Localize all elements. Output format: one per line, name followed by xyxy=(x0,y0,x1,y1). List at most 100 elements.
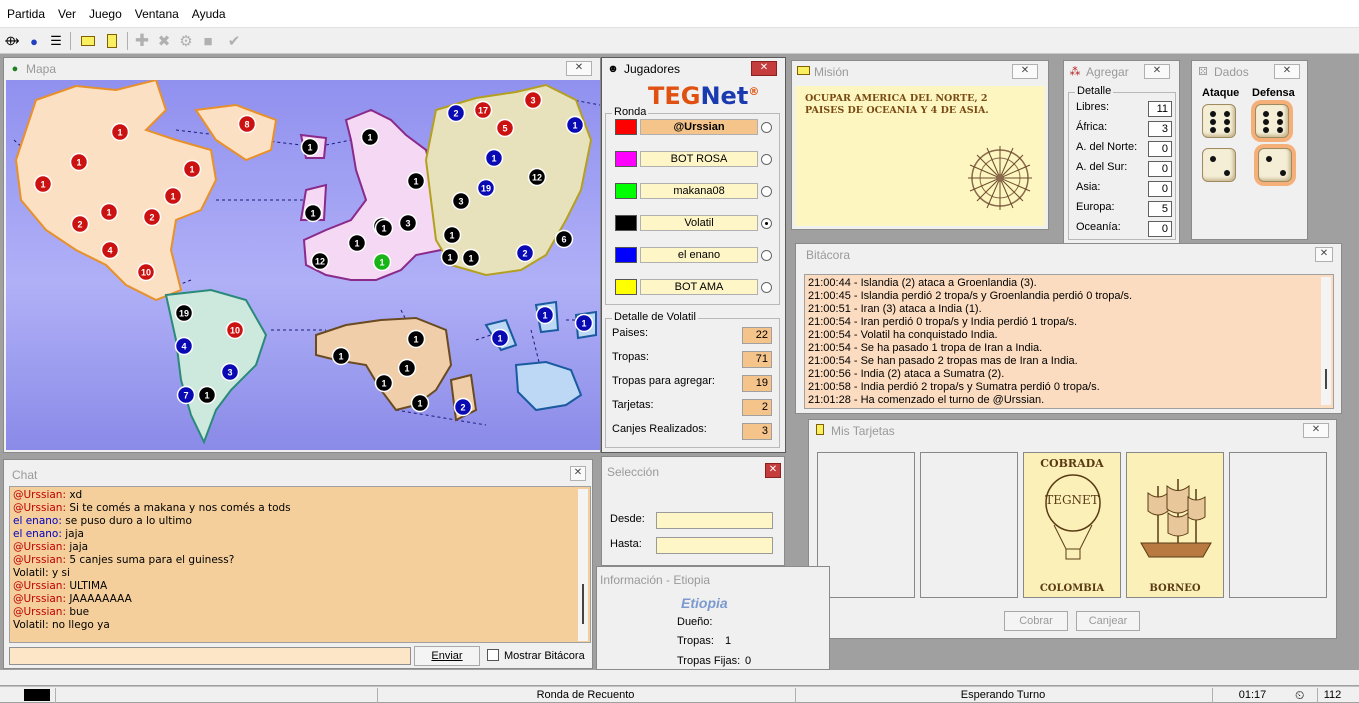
army-token[interactable]: 6 xyxy=(554,229,574,249)
army-token[interactable]: 2 xyxy=(70,214,90,234)
cobrar-button[interactable]: Cobrar xyxy=(1004,611,1068,631)
army-token[interactable]: 10 xyxy=(225,320,245,340)
army-token[interactable]: 1 xyxy=(347,233,367,253)
player-row[interactable]: el enano xyxy=(614,246,776,264)
army-token[interactable]: 3 xyxy=(220,362,240,382)
army-token[interactable]: 1 xyxy=(99,202,119,222)
connect-icon[interactable]: ⟴ xyxy=(2,31,22,51)
army-token[interactable]: 2 xyxy=(453,397,473,417)
country-card[interactable]: COBRADA TEGNET COLOMBIA xyxy=(1023,452,1121,598)
card-icon[interactable] xyxy=(102,31,122,51)
army-token[interactable]: 1 xyxy=(110,122,130,142)
army-token[interactable]: 4 xyxy=(100,240,120,260)
desde-field[interactable] xyxy=(656,512,773,529)
close-icon[interactable]: ✕ xyxy=(1274,64,1300,79)
army-token[interactable]: 1 xyxy=(372,252,392,272)
country-card[interactable]: BORNEO xyxy=(1126,452,1224,598)
player-radio[interactable] xyxy=(761,154,772,165)
player-radio[interactable] xyxy=(761,218,772,229)
player-radio[interactable] xyxy=(761,122,772,133)
mostrar-bitacora-checkbox[interactable] xyxy=(487,649,499,661)
menu-partida[interactable]: Partida xyxy=(0,0,51,21)
player-row[interactable]: BOT ROSA xyxy=(614,150,776,168)
army-token[interactable]: 1 xyxy=(406,171,426,191)
army-token[interactable]: 1 xyxy=(406,329,426,349)
army-token[interactable]: 1 xyxy=(574,313,594,333)
army-token[interactable]: 1 xyxy=(565,115,585,135)
list-icon[interactable]: ☰ xyxy=(46,31,66,51)
army-token[interactable]: 2 xyxy=(446,103,466,123)
army-token[interactable]: 2 xyxy=(142,207,162,227)
scrollbar-thumb[interactable] xyxy=(582,584,584,624)
bitacora-log[interactable]: 21:00:44 - Islandia (2) ataca a Groenlan… xyxy=(804,274,1334,409)
army-token[interactable]: 2 xyxy=(515,243,535,263)
army-token[interactable]: 1 xyxy=(197,385,217,405)
canjear-button[interactable]: Canjear xyxy=(1076,611,1140,631)
regroup-icon[interactable]: ⚙ xyxy=(176,31,196,51)
player-row[interactable]: BOT AMA xyxy=(614,278,776,296)
mission-icon[interactable] xyxy=(78,31,98,51)
army-token[interactable]: 3 xyxy=(398,213,418,233)
army-token[interactable]: 1 xyxy=(69,152,89,172)
add-icon[interactable]: ✚ xyxy=(132,31,152,51)
army-token[interactable]: 1 xyxy=(303,203,323,223)
player-radio[interactable] xyxy=(761,282,772,293)
bitacora-scrollbar[interactable] xyxy=(1321,277,1331,405)
army-token[interactable]: 1 xyxy=(33,174,53,194)
army-token[interactable]: 19 xyxy=(476,178,496,198)
end-turn-icon[interactable]: ✔ xyxy=(224,31,244,51)
army-token[interactable]: 1 xyxy=(397,358,417,378)
close-icon[interactable]: ✕ xyxy=(765,463,781,478)
army-token[interactable]: 1 xyxy=(374,373,394,393)
player-row[interactable]: makana08 xyxy=(614,182,776,200)
army-token[interactable]: 1 xyxy=(182,159,202,179)
player-row[interactable]: @Urssian xyxy=(614,118,776,136)
army-token[interactable]: 10 xyxy=(136,262,156,282)
close-icon[interactable]: ✕ xyxy=(1315,247,1333,262)
player-row[interactable]: Volatil xyxy=(614,214,776,232)
globe-icon[interactable]: ● xyxy=(24,31,44,51)
menu-juego[interactable]: Juego xyxy=(82,0,128,21)
army-token[interactable]: 1 xyxy=(440,247,460,267)
africa[interactable] xyxy=(315,316,453,412)
army-token[interactable]: 1 xyxy=(442,225,462,245)
army-token[interactable]: 5 xyxy=(495,118,515,138)
army-token[interactable]: 1 xyxy=(360,127,380,147)
army-token[interactable]: 8 xyxy=(237,114,257,134)
cards-icon[interactable]: ■ xyxy=(198,31,218,51)
army-token[interactable]: 1 xyxy=(461,248,481,268)
player-radio[interactable] xyxy=(761,250,772,261)
army-token[interactable]: 12 xyxy=(527,167,547,187)
army-token[interactable]: 1 xyxy=(410,393,430,413)
australia[interactable] xyxy=(514,360,583,412)
army-token[interactable]: 1 xyxy=(484,148,504,168)
world-map[interactable]: 1811212114101910437111111113121217531119… xyxy=(6,80,600,450)
army-token[interactable]: 1 xyxy=(163,186,183,206)
player-radio[interactable] xyxy=(761,186,772,197)
army-token[interactable]: 19 xyxy=(174,303,194,323)
army-token[interactable]: 1 xyxy=(374,218,394,238)
close-icon[interactable]: ✕ xyxy=(570,466,586,481)
army-token[interactable]: 1 xyxy=(490,328,510,348)
attack-icon[interactable]: ✖ xyxy=(154,31,174,51)
scrollbar-thumb[interactable] xyxy=(1325,369,1327,389)
chat-log[interactable]: @Urssian: xd @Urssian: Si te comés a maka… xyxy=(9,486,591,643)
army-token[interactable]: 1 xyxy=(331,346,351,366)
menu-ayuda[interactable]: Ayuda xyxy=(185,0,232,21)
army-token[interactable]: 4 xyxy=(174,336,194,356)
menu-ver[interactable]: Ver xyxy=(51,0,82,21)
world-map-svg[interactable]: 1811212114101910437111111113121217531119… xyxy=(6,80,600,450)
army-token[interactable]: 3 xyxy=(451,191,471,211)
close-icon[interactable]: ✕ xyxy=(566,61,592,76)
army-token[interactable]: 1 xyxy=(300,137,320,157)
army-token[interactable]: 7 xyxy=(176,385,196,405)
menu-ventana[interactable]: Ventana xyxy=(128,0,185,21)
hasta-field[interactable] xyxy=(656,537,773,554)
chat-input[interactable] xyxy=(9,647,411,665)
army-token[interactable]: 1 xyxy=(535,305,555,325)
army-token[interactable]: 12 xyxy=(310,251,330,271)
close-icon[interactable]: ✕ xyxy=(1144,64,1170,79)
close-icon[interactable]: ✕ xyxy=(751,61,777,76)
close-icon[interactable]: ✕ xyxy=(1303,423,1329,438)
enviar-button[interactable]: Enviar xyxy=(414,646,480,666)
